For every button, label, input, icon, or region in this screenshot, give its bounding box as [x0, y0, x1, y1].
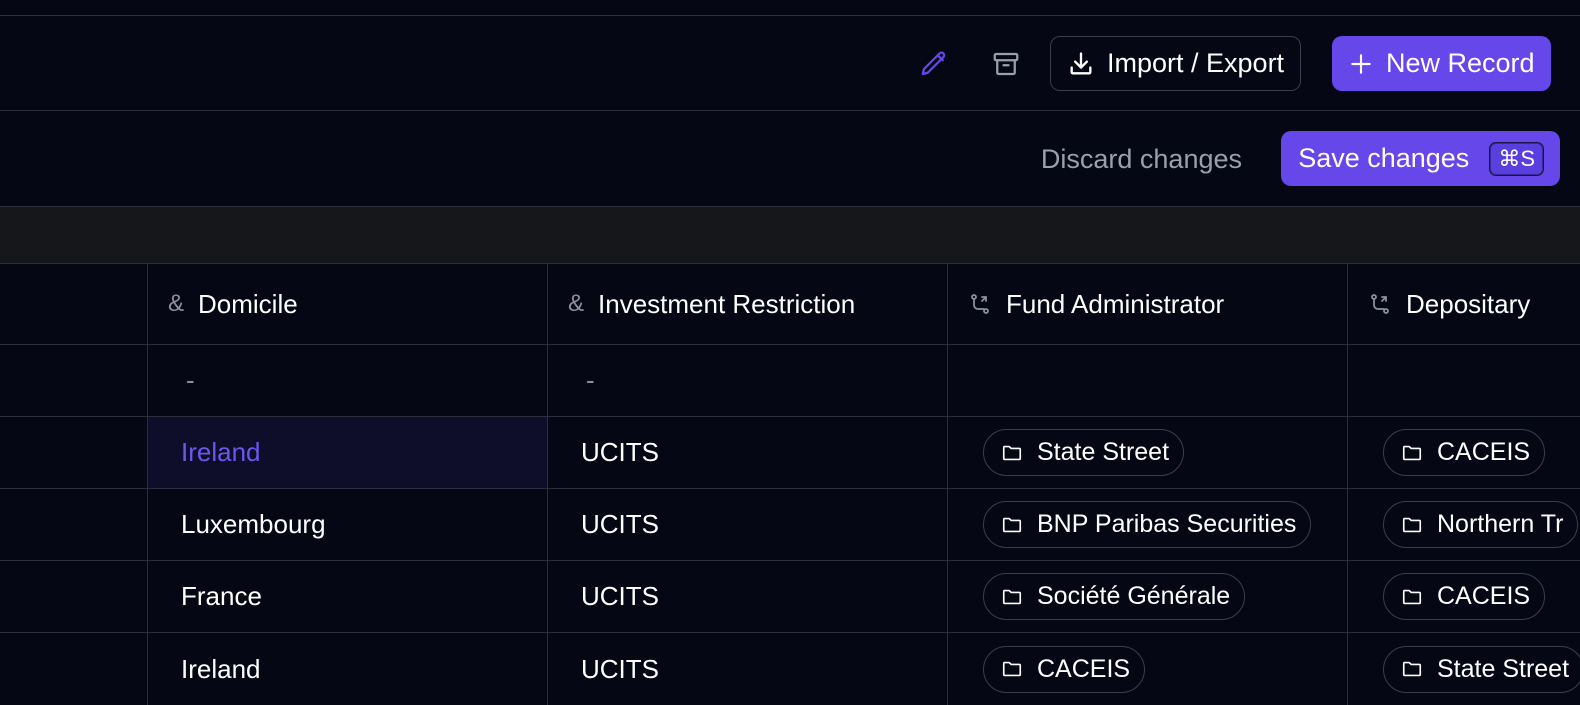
cell-fund-administrator[interactable]: State Street [947, 417, 1347, 488]
cell-domicile[interactable]: Luxembourg [147, 489, 547, 560]
cell-domicile[interactable]: - [147, 345, 547, 416]
ampersand-icon: & [568, 290, 585, 317]
folder-icon [1401, 442, 1423, 464]
download-icon [1067, 50, 1095, 78]
cell-depositary[interactable]: Northern Tr [1347, 489, 1580, 560]
cell-depositary[interactable]: CACEIS [1347, 417, 1580, 488]
keyboard-shortcut-badge: ⌘S [1489, 141, 1544, 176]
top-strip [0, 0, 1580, 16]
table-row[interactable]: - - [0, 345, 1580, 417]
cell-depositary[interactable]: State Street [1347, 633, 1580, 705]
table-header-row: & Domicile & Investment Restriction Fund… [0, 264, 1580, 345]
record-tag-label: CACEIS [1437, 438, 1531, 466]
save-changes-label: Save changes [1298, 143, 1470, 173]
column-header-label: Domicile [198, 288, 298, 319]
record-tag-label: CACEIS [1037, 654, 1131, 683]
record-tag[interactable]: BNP Paribas Securities [983, 501, 1312, 548]
column-header-label: Fund Administrator [1006, 288, 1225, 319]
folder-icon [1401, 658, 1423, 680]
record-tag[interactable]: CACEIS [983, 645, 1146, 693]
filter-band [0, 207, 1580, 264]
folder-icon [1401, 586, 1423, 608]
record-tag[interactable]: CACEIS [1383, 429, 1546, 476]
folder-icon [1001, 442, 1023, 464]
table-row[interactable]: France UCITS Société Générale CACEIS [0, 561, 1580, 633]
cell-domicile-selected[interactable]: Ireland [147, 417, 547, 488]
cell-investment-restriction[interactable]: UCITS [547, 417, 947, 488]
column-header-label: Depositary [1406, 288, 1531, 319]
pencil-icon[interactable] [916, 46, 952, 82]
cell-fund-administrator[interactable]: CACEIS [947, 633, 1347, 705]
save-changes-button[interactable]: Save changes ⌘S [1281, 131, 1560, 186]
record-tag-label: State Street [1437, 654, 1570, 683]
cell-fund-administrator[interactable] [947, 345, 1347, 416]
record-tag-label: State Street [1037, 438, 1170, 466]
cell-domicile[interactable]: Ireland [147, 633, 547, 705]
ampersand-icon: & [168, 290, 185, 317]
table-row[interactable]: Ireland UCITS CACEIS State Street [0, 633, 1580, 705]
column-header-investment-restriction[interactable]: & Investment Restriction [547, 264, 947, 344]
table-row[interactable]: Luxembourg UCITS BNP Paribas Securities … [0, 489, 1580, 561]
cell-investment-restriction[interactable]: - [547, 345, 947, 416]
column-header-label: Investment Restriction [598, 288, 856, 319]
record-tag-label: Société Générale [1037, 582, 1231, 610]
record-tag[interactable]: Northern Tr [1383, 501, 1579, 548]
discard-changes-button[interactable]: Discard changes [1041, 144, 1242, 175]
toolbar: Import / Export New Record [0, 16, 1580, 111]
record-tag[interactable]: State Street [983, 429, 1185, 476]
folder-icon [1001, 586, 1023, 608]
save-bar: Discard changes Save changes ⌘S [0, 111, 1580, 207]
import-export-label: Import / Export [1107, 48, 1285, 78]
column-header-depositary[interactable]: Depositary [1347, 264, 1580, 344]
record-tag[interactable]: State Street [1383, 645, 1580, 693]
table-row[interactable]: Ireland UCITS State Street CACEIS [0, 417, 1580, 489]
cell-fund-administrator[interactable]: BNP Paribas Securities [947, 489, 1347, 560]
folder-icon [1401, 514, 1423, 536]
new-record-button[interactable]: New Record [1332, 36, 1551, 91]
new-record-label: New Record [1386, 48, 1535, 78]
cell-depositary[interactable]: CACEIS [1347, 561, 1580, 632]
record-tag-label: CACEIS [1437, 582, 1531, 610]
cell-investment-restriction[interactable]: UCITS [547, 489, 947, 560]
relation-icon [1368, 292, 1392, 316]
record-tag[interactable]: Société Générale [983, 573, 1246, 620]
cell-investment-restriction[interactable]: UCITS [547, 633, 947, 705]
plus-icon [1348, 51, 1374, 77]
relation-icon [968, 292, 992, 316]
cell-investment-restriction[interactable]: UCITS [547, 561, 947, 632]
column-header-fund-administrator[interactable]: Fund Administrator [947, 264, 1347, 344]
column-header-domicile[interactable]: & Domicile [147, 264, 547, 344]
data-table: & Domicile & Investment Restriction Fund… [0, 264, 1580, 705]
folder-icon [1001, 514, 1023, 536]
record-tag-label: Northern Tr [1437, 510, 1564, 538]
folder-icon [1001, 658, 1023, 680]
cell-domicile[interactable]: France [147, 561, 547, 632]
record-tag-label: BNP Paribas Securities [1037, 510, 1297, 538]
archive-icon[interactable] [988, 46, 1024, 82]
import-export-button[interactable]: Import / Export [1050, 36, 1302, 91]
cell-fund-administrator[interactable]: Société Générale [947, 561, 1347, 632]
record-tag[interactable]: CACEIS [1383, 573, 1546, 620]
cell-depositary[interactable] [1347, 345, 1580, 416]
